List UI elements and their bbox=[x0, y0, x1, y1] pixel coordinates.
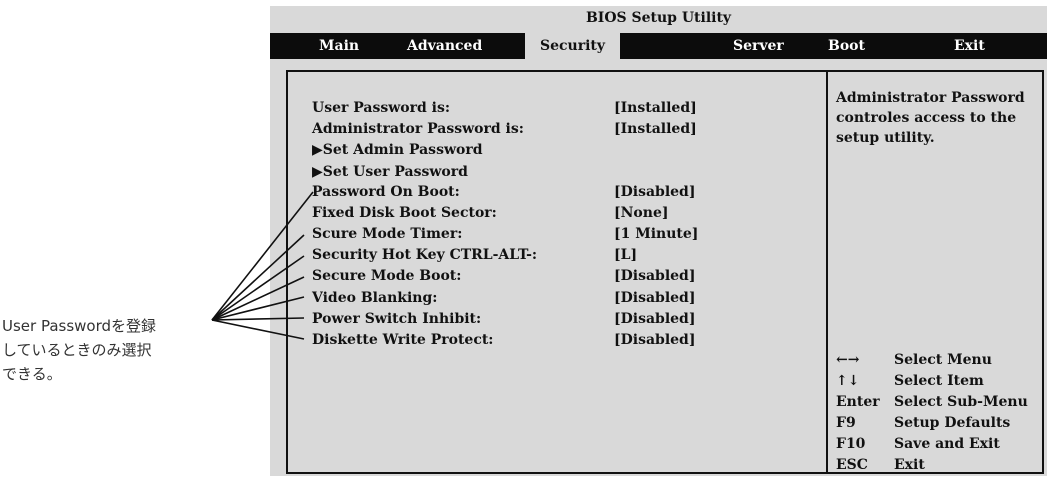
callout-leader-lines bbox=[211, 191, 314, 340]
leader-line bbox=[211, 319, 305, 340]
leader-line bbox=[211, 234, 305, 321]
note-line: User Passwordを登録 bbox=[2, 317, 157, 335]
leader-line bbox=[211, 296, 305, 321]
leader-line bbox=[211, 317, 305, 321]
callout-note: User Passwordを登録 しているときのみ選択 できる。 bbox=[2, 314, 217, 386]
note-line: できる。 bbox=[2, 365, 62, 383]
leader-line bbox=[211, 191, 314, 321]
leader-line bbox=[211, 255, 305, 321]
leader-line bbox=[211, 276, 305, 321]
note-line: しているときのみ選択 bbox=[2, 341, 152, 359]
